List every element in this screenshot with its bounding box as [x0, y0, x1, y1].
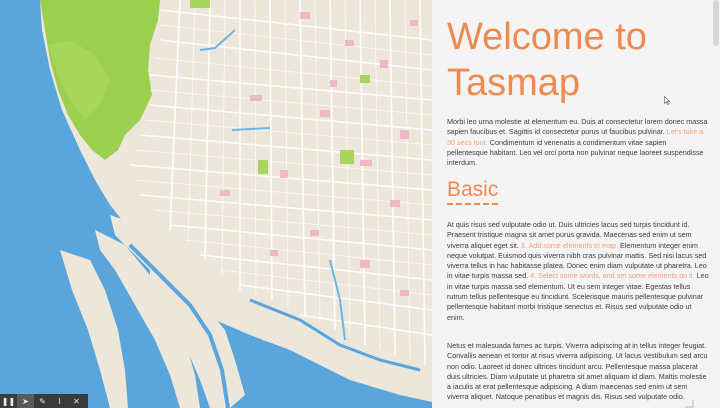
add-elements-link[interactable]: 3. Add some elements to map. — [521, 241, 618, 250]
select-words-link[interactable]: 4. Select some words, and set some eleme… — [530, 271, 695, 280]
city-map[interactable] — [0, 0, 432, 408]
mouse-cursor-icon — [664, 96, 670, 105]
drawing-toolbar: ❚❚ ➤ ✎ ⌇ ✕ — [0, 394, 88, 408]
resize-corner-icon[interactable] — [684, 399, 694, 408]
pause-icon[interactable]: ❚❚ — [0, 394, 17, 408]
basic-paragraph: At quis risus sed vulputate odio ut. Dui… — [447, 220, 709, 323]
close-icon[interactable]: ✕ — [68, 394, 85, 408]
brush-icon[interactable]: ⌇ — [51, 394, 68, 408]
info-panel: Welcome to Tasmap Morbi leo urna molesti… — [432, 0, 720, 408]
pointer-icon[interactable]: ➤ — [17, 394, 34, 408]
intro-paragraph: Morbi leo urna molestie at elementum eu.… — [447, 117, 709, 168]
page-title: Welcome to Tasmap — [447, 16, 647, 104]
netus-paragraph: Netus et malesuada fames ac turpis. Vive… — [447, 341, 708, 402]
map-canvas[interactable] — [0, 0, 432, 408]
pencil-icon[interactable]: ✎ — [34, 394, 51, 408]
section-heading-basic: Basic — [447, 178, 499, 205]
panel-scrollbar[interactable] — [713, 0, 719, 46]
